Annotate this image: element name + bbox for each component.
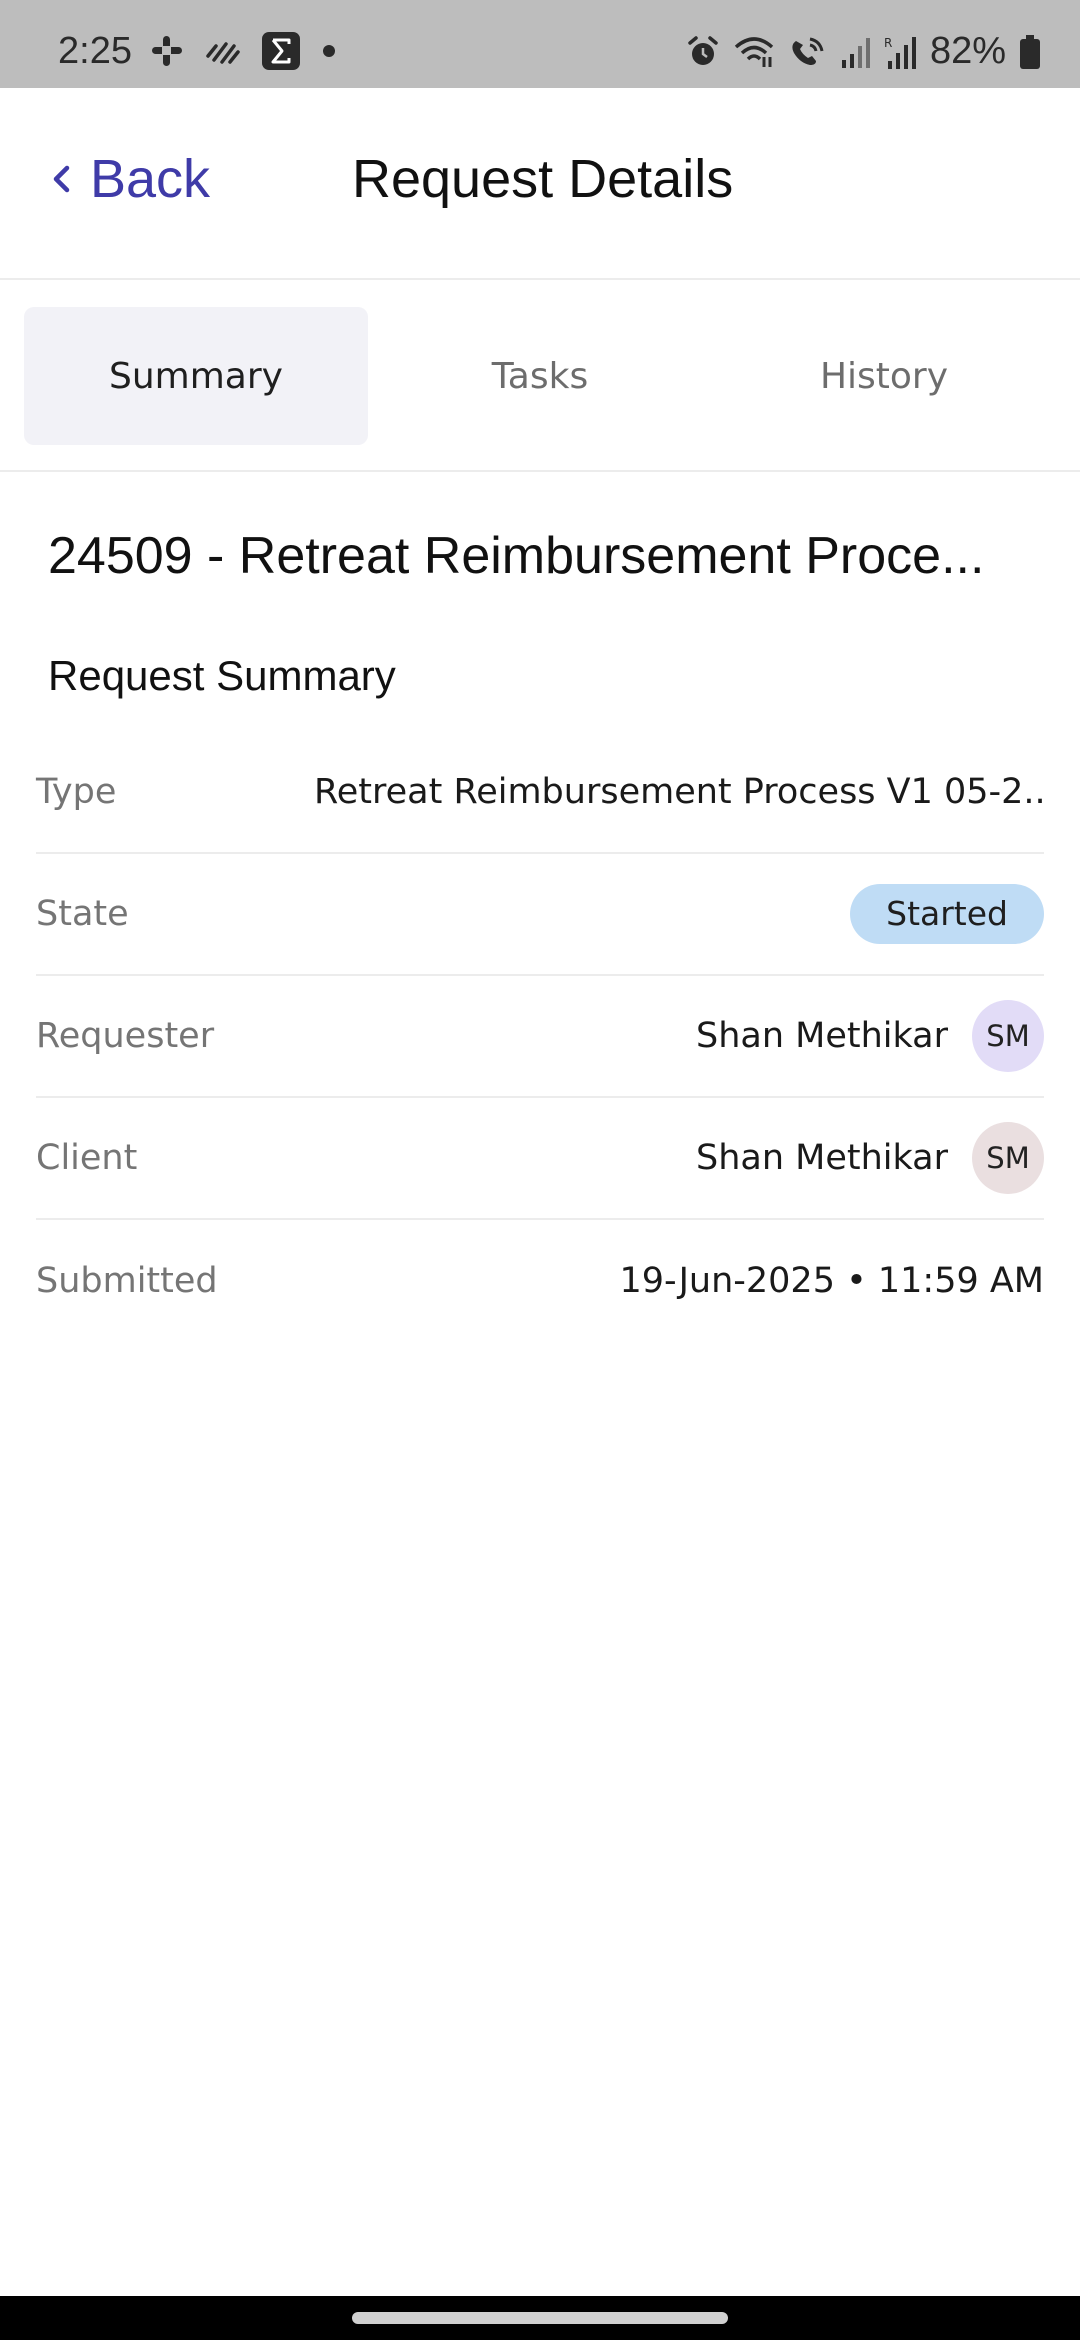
app-header: Back Request Details bbox=[0, 88, 1080, 280]
sigma-app-icon bbox=[262, 32, 300, 70]
signal-icon bbox=[841, 37, 870, 68]
summary-row-state: State Started bbox=[36, 854, 1044, 976]
summary-row-requester: Requester Shan Methikar SM bbox=[36, 976, 1044, 1098]
client-person[interactable]: Shan Methikar SM bbox=[696, 1122, 1044, 1194]
back-label: Back bbox=[90, 149, 211, 209]
status-badge: Started bbox=[850, 884, 1044, 944]
status-left-icons bbox=[150, 32, 336, 70]
tab-summary[interactable]: Summary bbox=[24, 307, 368, 445]
summary-row-client: Client Shan Methikar SM bbox=[36, 1098, 1044, 1220]
avatar: SM bbox=[972, 1122, 1044, 1194]
summary-list: Type Retreat Reimbursement Process V1 05… bbox=[36, 732, 1044, 1342]
wifi-icon bbox=[734, 36, 774, 67]
svg-text:R: R bbox=[884, 36, 892, 50]
page-title: Request Details bbox=[352, 149, 734, 209]
chevron-left-icon bbox=[53, 165, 70, 193]
status-time: 2:25 bbox=[58, 30, 132, 72]
submitted-value: 19-Jun-2025 • 11:59 AM bbox=[619, 1261, 1044, 1301]
system-nav-bar bbox=[0, 2296, 1080, 2340]
request-title: 24509 - Retreat Reimbursement Proce... bbox=[48, 527, 985, 585]
tab-tasks[interactable]: Tasks bbox=[368, 307, 712, 445]
tab-history[interactable]: History bbox=[712, 307, 1056, 445]
client-label: Client bbox=[36, 1138, 138, 1178]
requester-name: Shan Methikar bbox=[695, 1016, 948, 1056]
summary-row-type: Type Retreat Reimbursement Process V1 05… bbox=[36, 732, 1044, 854]
state-label: State bbox=[36, 894, 129, 934]
alarm-icon bbox=[688, 35, 718, 65]
status-right-icons: R 82% bbox=[686, 30, 1040, 73]
type-label: Type bbox=[36, 772, 117, 812]
client-name: Shan Methikar bbox=[695, 1138, 948, 1178]
back-button[interactable]: Back bbox=[50, 148, 210, 210]
battery-percentage: 82% bbox=[929, 30, 1006, 72]
wifi-call-icon bbox=[792, 37, 824, 65]
slack-icon bbox=[152, 36, 182, 66]
type-value: Retreat Reimbursement Process V1 05-2... bbox=[314, 772, 1044, 812]
tab-bar: Summary Tasks History bbox=[0, 280, 1080, 472]
summary-row-submitted: Submitted 19-Jun-2025 • 11:59 AM bbox=[36, 1220, 1044, 1342]
home-gesture-handle[interactable] bbox=[352, 2312, 728, 2324]
section-title: Request Summary bbox=[48, 652, 396, 699]
signal-r-icon: R bbox=[884, 36, 916, 69]
battery-icon bbox=[1020, 34, 1040, 69]
avatar: SM bbox=[972, 1000, 1044, 1072]
requester-person[interactable]: Shan Methikar SM bbox=[696, 1000, 1044, 1072]
requester-label: Requester bbox=[36, 1016, 215, 1056]
activity-icon bbox=[206, 42, 240, 64]
submitted-label: Submitted bbox=[36, 1261, 218, 1301]
status-bar: 2:25 R 82% bbox=[0, 0, 1080, 88]
dot-icon bbox=[323, 45, 335, 57]
